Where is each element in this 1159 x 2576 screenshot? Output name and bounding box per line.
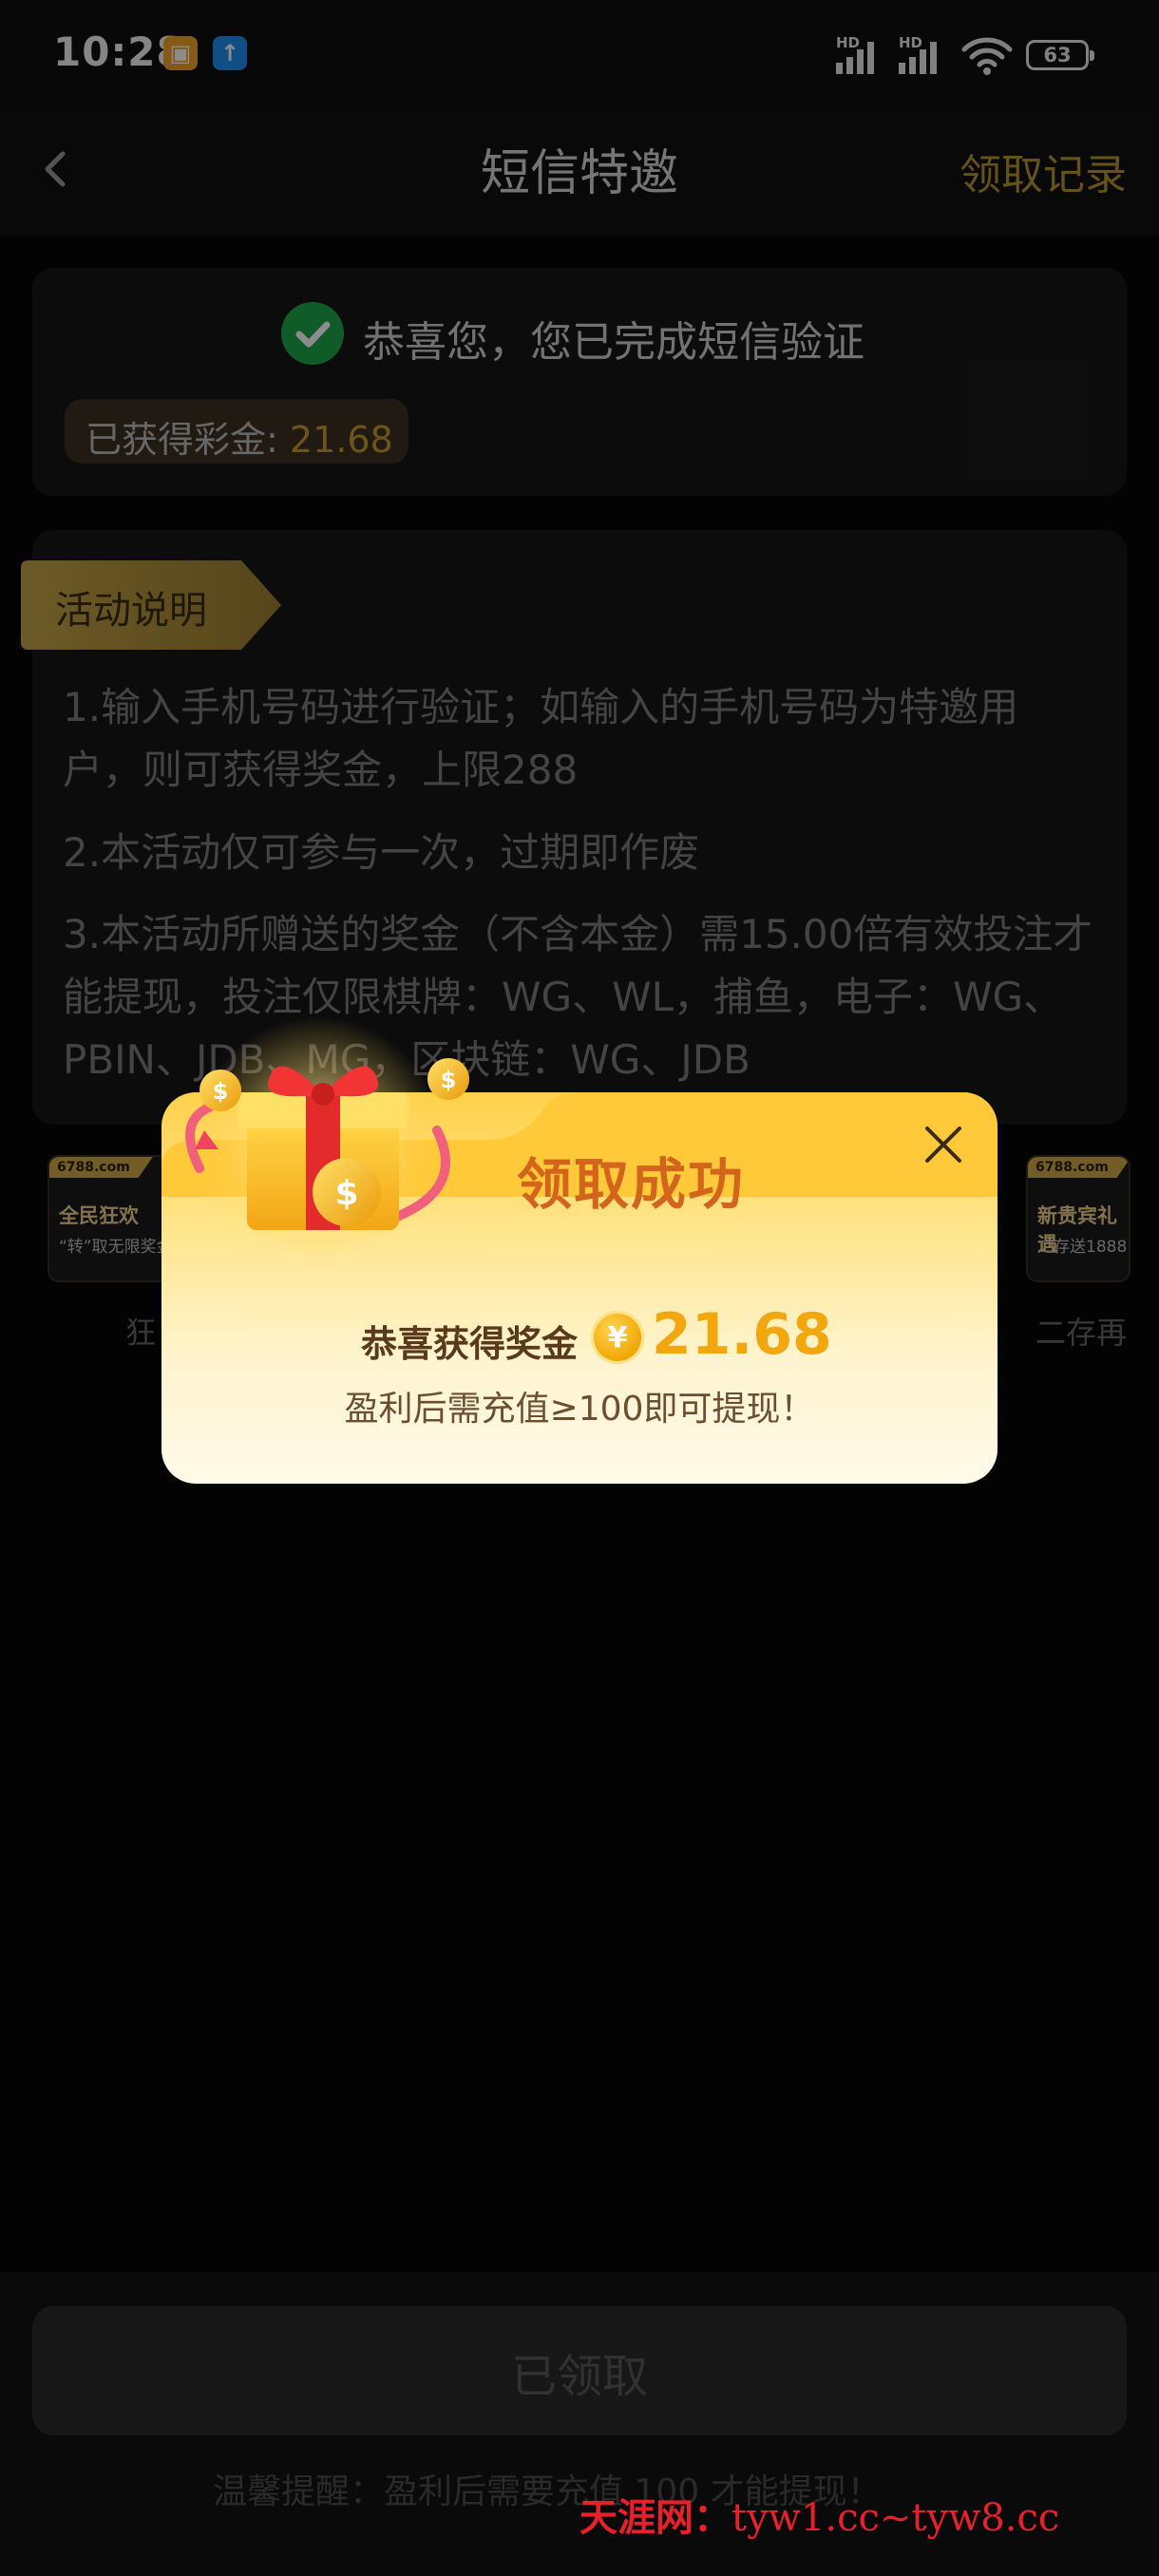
svg-text:$: $ <box>441 1067 457 1093</box>
gift-box-icon: $ $ $ <box>185 1016 469 1263</box>
svg-text:$: $ <box>213 1078 229 1105</box>
yuan-coin-icon: ¥ <box>591 1311 644 1364</box>
close-icon[interactable] <box>920 1121 967 1168</box>
svg-text:$: $ <box>334 1174 358 1213</box>
watermark: 天涯网：tyw1.cc~tyw8.cc <box>580 2496 1060 2540</box>
reward-amount: 21.68 <box>652 1301 832 1368</box>
reward-note: 盈利后需充值≥100即可提现！ <box>344 1390 815 1429</box>
reward-label: 恭喜获得奖金 <box>361 1323 579 1365</box>
